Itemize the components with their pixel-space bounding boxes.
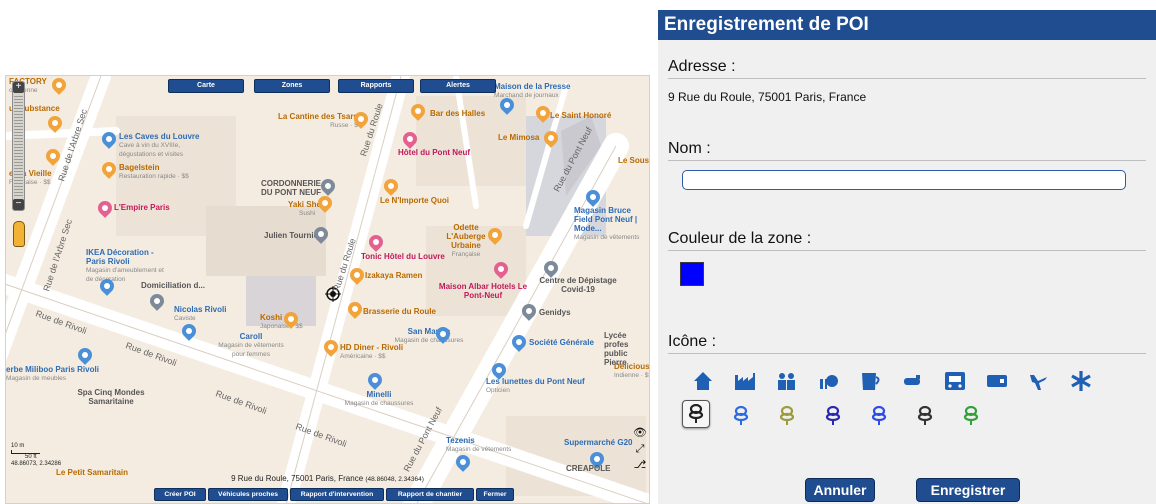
asterisk-icon[interactable]: [1068, 368, 1094, 394]
poi-label[interactable]: Spa Cinq Mondes Samaritaine: [66, 388, 156, 406]
zoom-in-icon[interactable]: +: [13, 82, 24, 93]
poi-label[interactable]: Bar des Halles: [430, 109, 485, 118]
pushpin-icon[interactable]: [958, 403, 984, 429]
poi-label[interactable]: Centre de Dépistage Covid-19: [538, 276, 618, 294]
poi-label[interactable]: Supermarché G20: [564, 438, 632, 447]
pushpin-icon[interactable]: [682, 400, 710, 428]
poi-label[interactable]: Odette L'Auberge Urbaine Française: [436, 223, 496, 259]
poi-label[interactable]: Le N'Importe Quoi: [380, 196, 449, 205]
panel-title: Enregistrement de POI: [658, 10, 1156, 40]
map-tab-zones[interactable]: Zones: [254, 79, 330, 93]
poi-label[interactable]: Le Mimosa: [498, 133, 539, 142]
poi-label[interactable]: Le Sous: [618, 156, 649, 165]
nearby-vehicles-button[interactable]: Véhicules proches: [208, 488, 288, 501]
poi-label[interactable]: Domiciliation d...: [141, 281, 205, 290]
name-label: Nom :: [668, 140, 711, 157]
divider: [668, 78, 1146, 79]
poi-label[interactable]: La Cantine des Tsars Russe · $: [278, 112, 358, 130]
name-input[interactable]: [682, 170, 1126, 190]
map-address-line: 9 Rue du Roule, 75001 Paris, France (48.…: [231, 474, 424, 483]
zone-color-label: Couleur de la zone :: [668, 230, 812, 247]
poi-label[interactable]: Brasserie du Roule: [363, 307, 436, 316]
divider: [668, 250, 1146, 251]
pushpin-icon[interactable]: [912, 403, 938, 429]
map-tab-carte[interactable]: Carte: [168, 79, 244, 93]
poi-label[interactable]: Le Saint Honoré: [550, 111, 611, 120]
cup-icon[interactable]: [858, 368, 884, 394]
airplane-icon[interactable]: [1026, 368, 1052, 394]
zone-color-swatch[interactable]: [680, 262, 704, 286]
home-icon[interactable]: [690, 368, 716, 394]
poi-label[interactable]: Maison Albar Hotels Le Pont-Neuf: [438, 282, 528, 300]
poi-label[interactable]: Les lunettes du Pont Neuf Opticien: [486, 377, 585, 395]
address-value: 9 Rue du Roule, 75001 Paris, France: [668, 90, 867, 104]
divider: [668, 353, 1146, 354]
poi-label[interactable]: Magasin Bruce Field Pont Neuf | Mode... M…: [574, 206, 649, 242]
poi-panel: Enregistrement de POI Adresse : 9 Rue du…: [658, 10, 1156, 504]
intervention-report-button[interactable]: Rapport d'intervention: [290, 488, 384, 501]
poi-label[interactable]: Minelli Magasin de chaussures: [344, 390, 414, 408]
poi-label[interactable]: Hôtel du Pont Neuf: [398, 148, 470, 157]
close-button[interactable]: Fermer: [476, 488, 514, 501]
pushpin-icon[interactable]: [728, 403, 754, 429]
poi-label[interactable]: Société Générale: [529, 338, 594, 347]
expand-icon[interactable]: ⤢: [633, 441, 647, 457]
truck-icon[interactable]: [984, 368, 1010, 394]
poi-label[interactable]: Genidys: [539, 308, 571, 317]
pushpin-icon[interactable]: [774, 403, 800, 429]
poi-label[interactable]: HD Diner - Rivoli Américaine · $$: [340, 343, 403, 361]
map-tab-rapports[interactable]: Rapports: [338, 79, 414, 93]
zoom-slider[interactable]: + −: [12, 81, 25, 211]
factory-icon[interactable]: [732, 368, 758, 394]
cancel-button[interactable]: Annuler: [805, 478, 875, 502]
poi-label[interactable]: erbe Miliboo Paris Rivoli Magasin de meub…: [6, 365, 99, 383]
divider: [668, 160, 1146, 161]
poi-label[interactable]: Izakaya Ramen: [365, 271, 422, 280]
pushpin-icon[interactable]: [866, 403, 892, 429]
poi-label[interactable]: Tonic Hôtel du Louvre: [361, 252, 445, 261]
poi-label[interactable]: San Marina Magasin de chaussures: [394, 327, 464, 345]
poi-label[interactable]: L'Empire Paris: [114, 203, 170, 212]
poi-label[interactable]: Bagelstein Restauration rapide · $$: [119, 163, 189, 181]
map-scale: 10 m 50 ft 48.86073, 2.34286: [11, 443, 62, 467]
map-tab-alertes[interactable]: Alertes: [420, 79, 496, 93]
icon-label: Icône :: [668, 333, 717, 350]
create-poi-button[interactable]: Créer POI: [154, 488, 206, 501]
eye-icon[interactable]: 👁: [633, 425, 647, 441]
car-icon[interactable]: [942, 368, 968, 394]
address-label: Adresse :: [668, 58, 736, 75]
poi-label[interactable]: Caroll Magasin de vêtements pour femmes: [211, 332, 291, 359]
poi-label[interactable]: IKEA Décoration - Paris Rivoli Magasin d'…: [86, 248, 166, 284]
poi-label[interactable]: Délicious Indienne · $$: [614, 362, 649, 380]
site-report-button[interactable]: Rapport de chantier: [386, 488, 474, 501]
street-view-pegman-icon[interactable]: [13, 221, 25, 247]
poi-label[interactable]: Nicolas Rivoli Caviste: [174, 305, 226, 323]
zoom-track[interactable]: [14, 94, 23, 198]
pushpin-icon[interactable]: [820, 403, 846, 429]
map-right-controls: 👁 ⤢ ⎇: [633, 425, 647, 473]
zoom-out-icon[interactable]: −: [13, 199, 24, 210]
people-icon[interactable]: [774, 368, 800, 394]
pipe-icon[interactable]: [900, 368, 926, 394]
map-view[interactable]: Rue de l'Arbre Sec Rue du Roule Rue du P…: [5, 75, 650, 504]
poi-label[interactable]: CREAPOLE: [566, 464, 610, 473]
office-icon[interactable]: [816, 368, 842, 394]
route-icon[interactable]: ⎇: [633, 457, 647, 473]
poi-label[interactable]: Les Caves du Louvre Cave à vin du XVIIIe,…: [119, 132, 209, 159]
save-button[interactable]: Enregistrer: [916, 478, 1020, 502]
poi-label[interactable]: Tezenis Magasin de vêtements: [446, 436, 511, 454]
